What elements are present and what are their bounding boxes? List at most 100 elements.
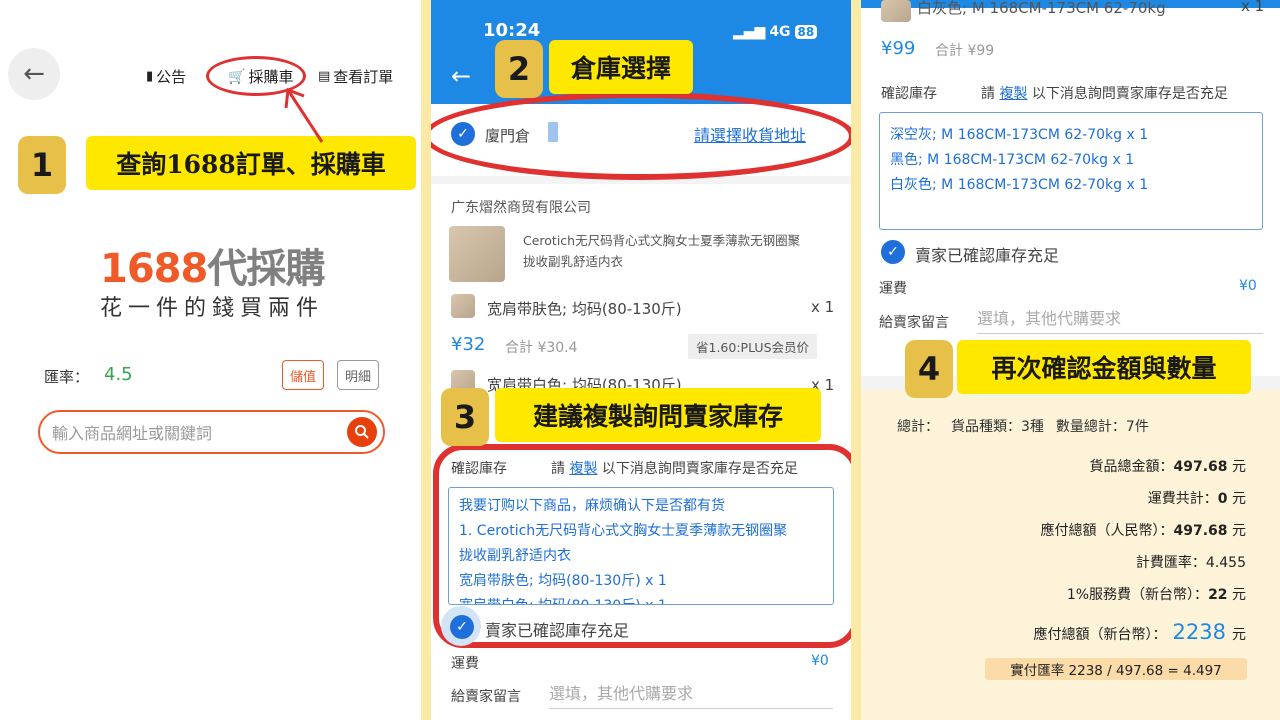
search-icon — [355, 425, 369, 439]
message-line-1: 深空灰; M 168CM-173CM 62-70kg x 1 — [890, 127, 1149, 143]
note-label: 給賣家留言 — [451, 689, 521, 705]
message-line-3: 白灰色; M 168CM-173CM 62-70kg x 1 — [890, 177, 1149, 193]
goods-total-label: 貨品總金額： — [1089, 459, 1174, 475]
price-amount: ¥32 — [451, 334, 486, 355]
announcement-label: 公告 — [156, 68, 187, 86]
price-subtotal: 合計 ¥30.4 — [505, 340, 578, 356]
shipping-value: ¥0 — [811, 653, 829, 669]
search-input[interactable]: 輸入商品網址或關鍵詞 — [38, 410, 385, 454]
shipping-total-label: 運費共計： — [1147, 491, 1218, 507]
twd-total-label: 應付總額（新台幣）： — [1033, 627, 1167, 643]
detail-button[interactable]: 明細 — [337, 360, 379, 390]
step-callout-3: 建議複製詢問賣家庫存 — [495, 388, 821, 442]
logo: 1688代採購 — [100, 236, 325, 294]
summary-header: 總計： 貨品種類：3種 數量總計：7件 — [897, 416, 1149, 436]
step-badge-1: 1 — [18, 136, 66, 194]
megaphone-icon: ▮ — [146, 69, 154, 84]
seller-confirm-check-icon[interactable]: ✓ — [881, 240, 905, 264]
copy-link[interactable]: 複製 — [999, 86, 1027, 102]
confirm-stock-hint: 請 複製 以下消息詢問賣家庫存是否充足 — [981, 83, 1228, 103]
goods-total-value: 497.68 — [1173, 459, 1228, 475]
search-placeholder: 輸入商品網址或關鍵詞 — [52, 424, 213, 443]
signal-icon: ▂▄▆ — [733, 24, 766, 40]
top-variant-qty: x 1 — [1241, 0, 1265, 15]
step-badge-3: 3 — [441, 388, 489, 446]
search-button[interactable] — [347, 417, 377, 447]
twd-total-value: 2238 — [1172, 620, 1226, 644]
summary-box: 總計： 貨品種類：3種 數量總計：7件 貨品總金額：497.68 元 運費共計：… — [861, 390, 1280, 720]
rmb-total-unit: 元 — [1232, 523, 1246, 539]
variant-qty-1: x 1 — [811, 298, 835, 316]
price-amount: ¥99 — [881, 38, 916, 59]
back-button[interactable]: ← — [8, 48, 60, 100]
seller-confirm-check-icon[interactable]: ✓ — [450, 615, 474, 639]
logo-number: 1688 — [100, 246, 208, 292]
announcement-link[interactable]: ▮ 公告 — [146, 66, 186, 87]
rmb-total-value: 497.68 — [1173, 523, 1228, 539]
top-variant-name: 白灰色; M 168CM-173CM 62-70kg — [917, 0, 1166, 17]
step-callout-1: 查詢1688訂單、採購車 — [86, 136, 416, 190]
step-badge-4: 4 — [905, 340, 953, 398]
status-indicators: ▂▄▆ 4G 88 — [733, 24, 818, 40]
shipping-label: 運費 — [451, 656, 479, 672]
product-title-line2: 拢收副乳舒适内衣 — [523, 254, 624, 269]
fee-value: 22 — [1208, 587, 1228, 603]
promo-badge: 省1.60:PLUS会员价 — [688, 334, 818, 359]
confirm-hint-post: 以下消息詢問賣家庫存是否充足 — [1031, 86, 1228, 102]
variant-name-1: 宽肩带肤色; 均码(80-130斤) — [487, 300, 682, 318]
shipping-value: ¥0 — [1239, 278, 1257, 294]
fee-row: 1%服務費（新台幣）：22 元 — [1067, 584, 1246, 604]
actual-rate-badge: 實付匯率 2238 / 497.68 = 4.497 — [985, 658, 1247, 680]
shipping-total-unit: 元 — [1232, 491, 1246, 507]
fee-label: 1%服務費（新台幣）： — [1066, 587, 1209, 603]
topup-button[interactable]: 儲值 — [282, 360, 324, 390]
panel-purchase-home: ← ▮ 公告 🛒 採購車 ▤ 查看訂單 1 查詢1688訂單、採購車 1688代… — [0, 0, 421, 720]
note-input[interactable]: 選填，其他代購要求 — [977, 305, 1121, 329]
step-badge-2: 2 — [495, 40, 543, 98]
status-time: 10:24 — [483, 20, 541, 41]
shipping-label: 運費 — [879, 281, 907, 297]
network-label: 4G — [769, 24, 791, 40]
variant-image-1 — [451, 294, 475, 318]
panel-order-confirm: 10:24 ▂▄▆ 4G 88 ← 2 倉庫選擇 ✓ 廈門倉 請選擇收貨地址 广… — [431, 0, 851, 720]
confirm-stock-label: 確認庫存 — [881, 86, 937, 102]
summary-total-label: 總計： — [897, 419, 939, 435]
rate-value: 4.455 — [1205, 555, 1246, 571]
rate-row: 計費匯率：4.455 — [1136, 552, 1246, 572]
product-title-line1: Cerotich无尺码背心式文胸女士夏季薄款无钢圈聚 — [523, 233, 801, 248]
twd-total-unit: 元 — [1232, 627, 1246, 643]
note-underline — [977, 333, 1263, 334]
product-title[interactable]: Cerotich无尺码背心式文胸女士夏季薄款无钢圈聚 拢收副乳舒适内衣 — [523, 230, 800, 272]
seller-confirmed-label: 賣家已確認庫存充足 — [915, 246, 1060, 265]
fee-unit: 元 — [1232, 587, 1246, 603]
variant-image-top — [881, 0, 911, 22]
callout-arrow — [284, 87, 324, 143]
confirm-hint-pre: 請 — [981, 86, 995, 102]
seller-confirmed-label: 賣家已確認庫存充足 — [485, 621, 630, 640]
note-underline — [549, 708, 833, 709]
rate-label: 計費匯率： — [1135, 555, 1206, 571]
summary-count: 數量總計：7件 — [1055, 419, 1149, 435]
orders-label: 查看訂單 — [333, 68, 394, 86]
logo-slogan: 花一件的錢買兩件 — [100, 296, 325, 321]
seller-name: 广东熠然商贸有限公司 — [451, 200, 591, 216]
rmb-total-label: 應付總額（人民幣）： — [1040, 523, 1174, 539]
logo-text: 代採購 — [207, 246, 325, 292]
goods-total-row: 貨品總金額：497.68 元 — [1090, 456, 1246, 476]
battery-icon: 88 — [794, 25, 818, 39]
summary-types: 貨品種類：3種 — [951, 419, 1044, 435]
rate-value: 4.5 — [104, 364, 133, 385]
shipping-total-value: 0 — [1217, 491, 1228, 507]
panel-order-summary: 白灰色; M 168CM-173CM 62-70kg x 1 ¥99 合計 ¥9… — [861, 0, 1280, 720]
back-arrow-icon[interactable]: ← — [451, 62, 471, 90]
note-input[interactable]: 選填，其他代購要求 — [549, 680, 693, 704]
note-label: 給賣家留言 — [879, 315, 949, 331]
product-image[interactable] — [449, 226, 505, 282]
rate-label: 匯率： — [44, 368, 90, 386]
message-line-2: 黑色; M 168CM-173CM 62-70kg x 1 — [890, 152, 1135, 168]
shipping-total-row: 運費共計：0 元 — [1148, 488, 1246, 508]
stock-message-textarea[interactable]: 深空灰; M 168CM-173CM 62-70kg x 1 黑色; M 168… — [879, 112, 1263, 230]
price-subtotal: 合計 ¥99 — [935, 43, 995, 59]
twd-total-row: 應付總額（新台幣）： 2238 元 — [1034, 620, 1246, 644]
warehouse-highlight-ring — [431, 92, 851, 180]
